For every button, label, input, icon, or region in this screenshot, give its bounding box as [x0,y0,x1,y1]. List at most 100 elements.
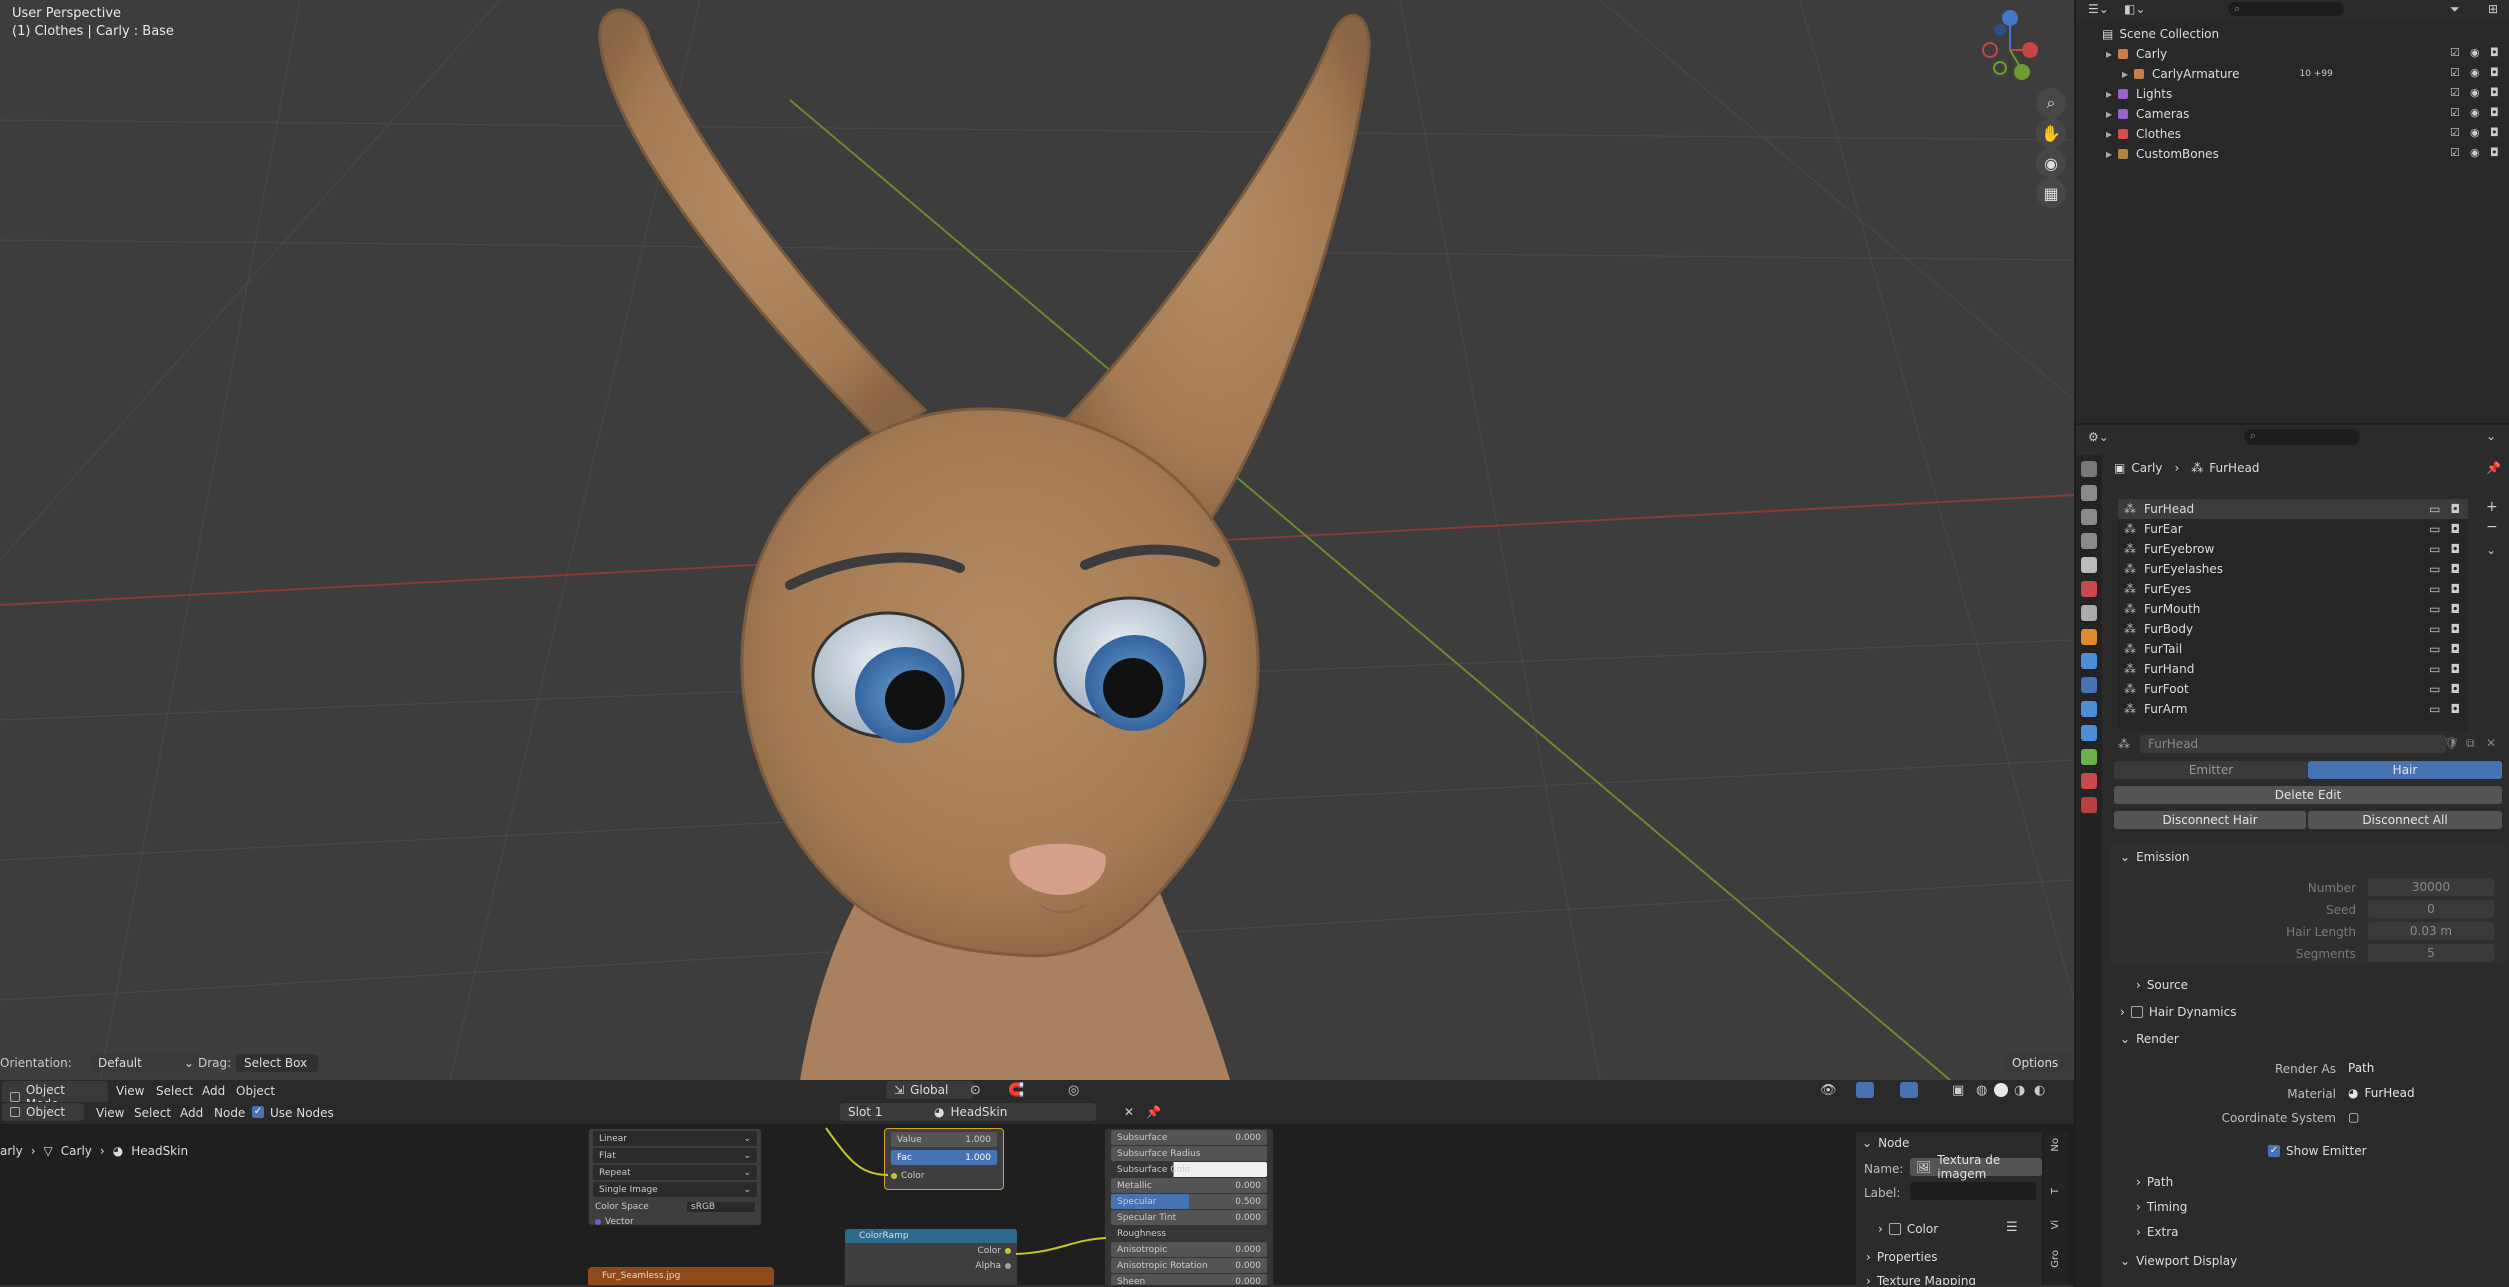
render-camera-icon[interactable]: ◘ [2490,46,2499,59]
chevron-down-icon[interactable]: ⌄ [2486,429,2496,443]
render-toggle-icon[interactable]: ◘ [2451,602,2461,616]
properties-search-input[interactable]: ⌕ [2244,429,2360,445]
outliner-item[interactable]: ▸ Cameras [2106,104,2189,124]
rendered-shading-icon[interactable]: ◐ [2034,1083,2045,1098]
hair-length-field[interactable]: 0.03 m [2368,922,2494,940]
render-camera-icon[interactable]: ◘ [2490,86,2499,99]
menu-view[interactable]: View [116,1084,144,1098]
render-toggle-icon[interactable]: ◘ [2451,642,2461,656]
expand-arrow-icon[interactable]: ▸ [2106,107,2112,121]
particles-tab-icon[interactable] [2081,677,2097,693]
render-camera-icon[interactable]: ◘ [2490,66,2499,79]
fake-user-icon[interactable]: 🛡 [2444,736,2459,750]
modifier-tab-icon[interactable] [2081,653,2097,669]
tab-group[interactable]: Gro [2050,1250,2061,1268]
viewport-toggle-icon[interactable]: ▭ [2429,562,2440,576]
settings-name-field[interactable]: FurHead [2140,735,2446,753]
list-icon[interactable]: ☰ [2006,1220,2018,1235]
particle-system-row[interactable]: ⁂ FurMouth ▭ ◘ [2118,599,2468,619]
pin-icon[interactable]: 📌 [2486,461,2501,475]
expand-arrow-icon[interactable]: ▸ [2106,47,2112,61]
node-name-field[interactable]: 🖼 Textura de imagem [1910,1153,2042,1181]
render-toggle-icon[interactable]: ◘ [2451,522,2461,536]
timing-panel[interactable]: › Timing [2136,1200,2187,1214]
camera-view-icon[interactable]: ◉ [2036,148,2066,178]
number-field[interactable]: 30000 [2368,878,2494,896]
tab-view[interactable]: Vi [2050,1220,2061,1229]
particle-system-row[interactable]: ⁂ FurFoot ▭ ◘ [2118,679,2468,699]
output-tab-icon[interactable] [2081,509,2097,525]
exclude-checkbox[interactable]: ☑ [2450,106,2460,119]
eye-icon[interactable]: ◉ [2470,146,2480,159]
filter-icon[interactable]: ⏷ [2450,2,2460,17]
type-tab-emitter[interactable]: Emitter [2114,761,2308,779]
exclude-checkbox[interactable]: ☑ [2450,86,2460,99]
delete-edit-button[interactable]: Delete Edit [2114,786,2502,804]
physics-tab-icon[interactable] [2081,701,2097,717]
expand-arrow-icon[interactable]: ▸ [2122,67,2128,81]
navigation-gizmo[interactable] [1980,8,2040,88]
properties-panel[interactable]: › Properties [1866,1250,1937,1264]
color-checkbox[interactable] [1888,1223,1901,1235]
viewport-toggle-icon[interactable]: ▭ [2429,582,2440,596]
3d-viewport[interactable]: User Perspective (1) Clothes | Carly : B… [0,0,2074,1080]
viewport-toggle-icon[interactable]: ▭ [2429,682,2440,696]
render-camera-icon[interactable]: ◘ [2490,126,2499,139]
new-collection-icon[interactable]: ⊞ [2488,2,2498,16]
render-as-dropdown[interactable]: Path⌄ [2342,1059,2509,1077]
particle-system-row[interactable]: ⁂ FurTail ▭ ◘ [2118,639,2468,659]
perspective-grid-icon[interactable]: ▦ [2036,178,2066,208]
path-panel[interactable]: › Path [2136,1175,2173,1189]
show-emitter-checkbox[interactable]: ✓ [2268,1145,2280,1157]
source-panel[interactable]: › Source [2136,978,2188,992]
type-tab-hair[interactable]: Hair [2308,761,2502,779]
node-color-panel[interactable]: › Color [1878,1222,1938,1236]
tool-tab-icon[interactable] [2081,461,2097,477]
seed-field[interactable]: 0 [2368,900,2494,918]
overlay-toggle-icon[interactable] [1900,1082,1918,1098]
render-toggle-icon[interactable]: ◘ [2451,622,2461,636]
exclude-checkbox[interactable]: ☑ [2450,146,2460,159]
viewport-toggle-icon[interactable]: ▭ [2429,542,2440,556]
hair-dynamics-checkbox[interactable] [2130,1006,2143,1018]
tab-node[interactable]: No [2050,1138,2061,1152]
material-shading-icon[interactable]: ◑ [2014,1083,2025,1098]
material-dropdown[interactable]: ◕FurHead⌄ [2342,1084,2509,1102]
outliner-scene-collection[interactable]: ▤ Scene Collection [2102,24,2219,44]
viewport-toggle-icon[interactable]: ▭ [2429,642,2440,656]
remove-slot-icon[interactable]: − [2486,519,2498,535]
texture-tab-icon[interactable] [2081,797,2097,813]
xray-icon[interactable]: ▣ [1952,1083,1964,1098]
constraints-tab-icon[interactable] [2081,725,2097,741]
particle-system-row[interactable]: ⁂ FurEyes ▭ ◘ [2118,579,2468,599]
menu-object[interactable]: Object [236,1084,275,1098]
node-panel-header[interactable]: ⌄ Node [1862,1136,1909,1150]
disconnect-hair-button[interactable]: Disconnect Hair [2114,811,2306,829]
eye-icon[interactable]: ◉ [2470,46,2480,59]
render-toggle-icon[interactable]: ◘ [2451,502,2461,516]
snap-icon[interactable]: 🧲 [1008,1083,1024,1098]
view-layer-tab-icon[interactable] [2081,533,2097,549]
eye-icon[interactable]: ◉ [2470,126,2480,139]
zoom-icon[interactable]: ⌕ [2036,88,2066,118]
drag-dropdown[interactable]: Select Box [236,1054,318,1072]
menu-select[interactable]: Select [156,1084,193,1098]
outliner-item[interactable]: ▸ Lights [2106,84,2172,104]
render-camera-icon[interactable]: ◘ [2490,106,2499,119]
eye-icon[interactable]: ◉ [2470,86,2480,99]
exclude-checkbox[interactable]: ☑ [2450,66,2460,79]
texture-mapping-panel[interactable]: › Texture Mapping [1866,1274,1976,1285]
proportional-editing-icon[interactable]: ◎ [1068,1083,1079,1098]
visibility-icon[interactable]: 👁 [1820,1083,1837,1098]
viewport-toggle-icon[interactable]: ▭ [2429,622,2440,636]
transform-orientation-dropdown[interactable]: ⇲ Global [886,1081,974,1099]
tab-tool[interactable]: T [2050,1188,2061,1194]
viewport-toggle-icon[interactable]: ▭ [2429,522,2440,536]
hair-dynamics-panel[interactable]: › Hair Dynamics [2120,1005,2236,1019]
menu-add[interactable]: Add [202,1084,225,1098]
world-tab-icon[interactable] [2081,581,2097,597]
outliner-item[interactable]: ▸ CarlyArmature 10 +99 [2122,64,2333,84]
display-mode-icon[interactable]: ◧⌄ [2124,2,2145,16]
unlink-icon[interactable]: ✕ [2486,736,2496,750]
viewport-toggle-icon[interactable]: ▭ [2429,502,2440,516]
